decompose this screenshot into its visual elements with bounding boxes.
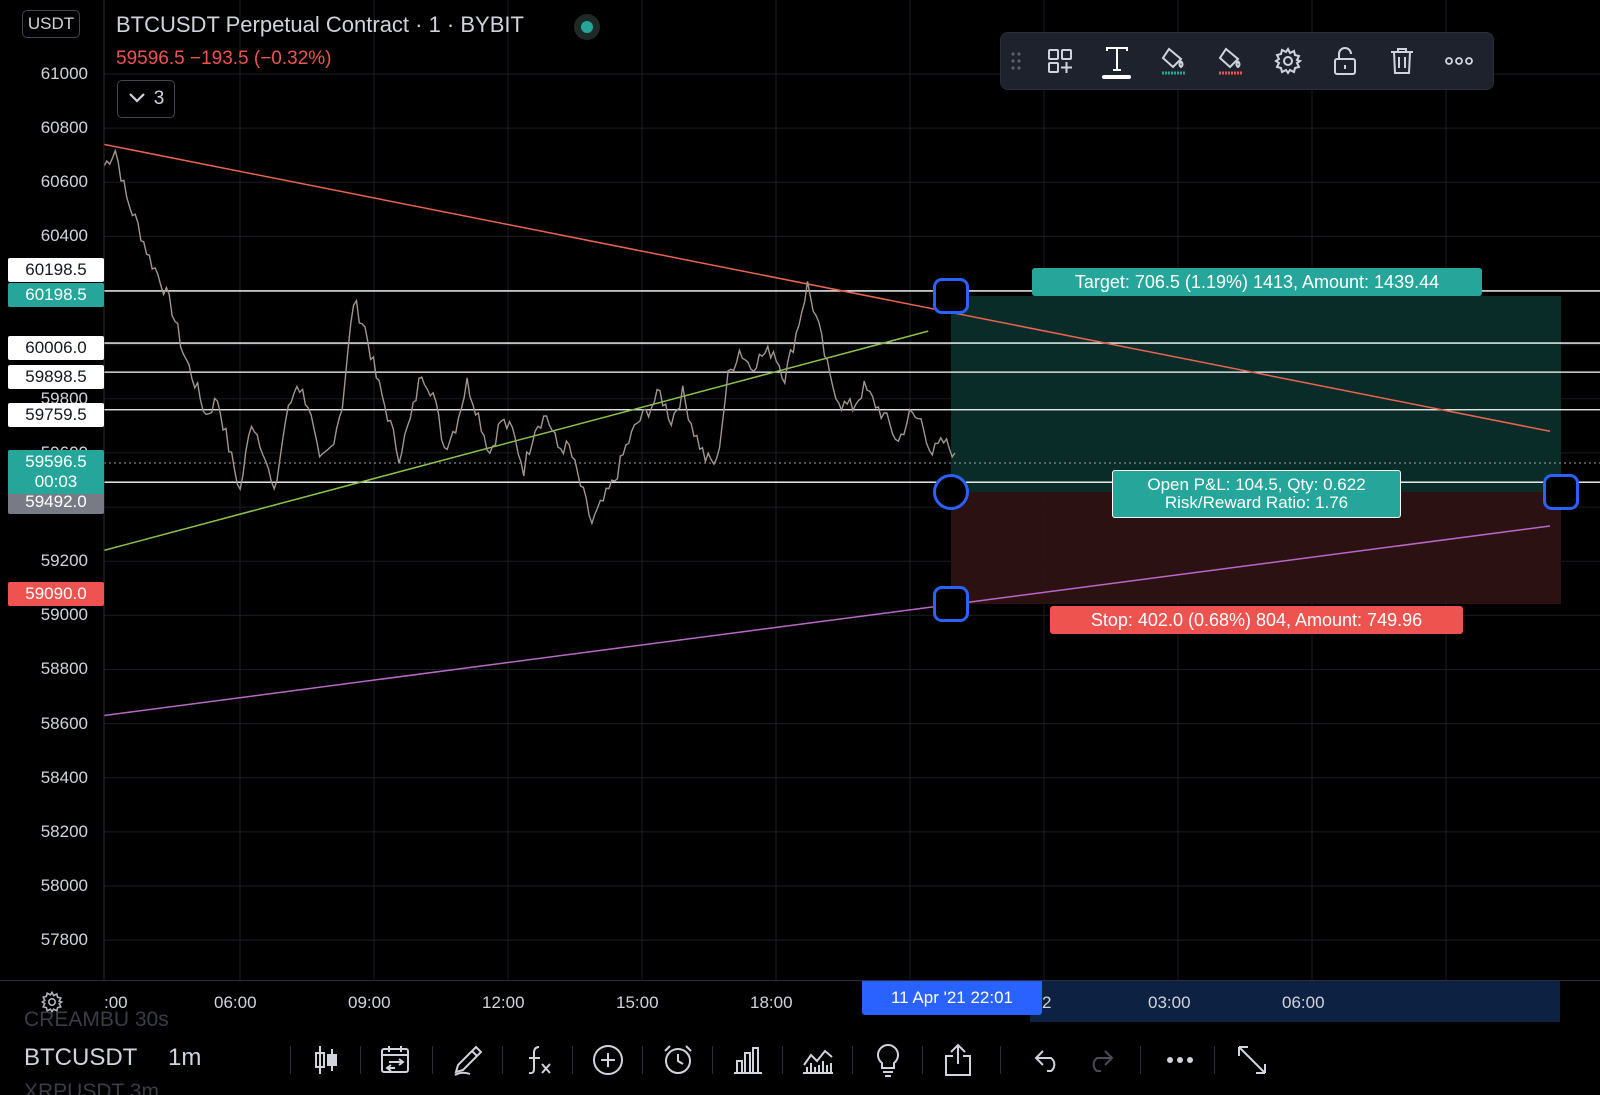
drawing-pen-icon[interactable] bbox=[448, 1040, 488, 1080]
time-label: 03:00 bbox=[1148, 993, 1191, 1012]
indicators-fx-icon[interactable] bbox=[518, 1040, 558, 1080]
market-status-icon bbox=[574, 14, 600, 40]
fill-color-icon bbox=[1218, 47, 1243, 75]
symbol-selector[interactable]: BTCUSDT bbox=[24, 1044, 137, 1072]
line-color-icon bbox=[1161, 47, 1186, 75]
price-tick-label: 59000 bbox=[40, 605, 88, 625]
price-level-label: 60006.0 bbox=[8, 336, 104, 360]
target-handle[interactable] bbox=[933, 278, 969, 314]
price-change: 59596.5 −193.5 (−0.32%) bbox=[116, 48, 332, 69]
current-price-value: 59596.5 bbox=[25, 452, 87, 471]
text-icon bbox=[1105, 47, 1128, 71]
line-color-button[interactable] bbox=[1145, 33, 1202, 89]
redo-icon[interactable] bbox=[1080, 1040, 1120, 1080]
price-level-label: 59090.0 bbox=[8, 582, 104, 606]
currency-badge[interactable]: USDT bbox=[22, 10, 80, 38]
interval-selector[interactable]: 1m bbox=[168, 1044, 201, 1072]
separator bbox=[290, 1046, 291, 1074]
price-level-label: 59759.5 bbox=[8, 403, 104, 427]
candle-style-icon[interactable] bbox=[306, 1040, 346, 1080]
time-label: 12:00 bbox=[482, 993, 525, 1012]
add-circle-icon[interactable] bbox=[588, 1040, 628, 1080]
alarm-clock-icon[interactable] bbox=[658, 1040, 698, 1080]
price-level-label: 60198.5 bbox=[8, 283, 104, 307]
pnl-qty: Open P&L: 104.5, Qty: 0.622 bbox=[1147, 475, 1366, 494]
bar-countdown: 00:03 bbox=[34, 472, 78, 491]
price-tick-label: 61000 bbox=[40, 64, 88, 83]
target-label[interactable]: Target: 706.5 (1.19%) 1413, Amount: 1439… bbox=[1032, 268, 1482, 296]
bar-chart-icon[interactable] bbox=[728, 1040, 768, 1080]
current-price-label: 59596.5 00:03 bbox=[8, 450, 104, 494]
watchlist-ghost-below[interactable]: XRPUSDT 3m bbox=[24, 1080, 159, 1095]
chart-canvas[interactable] bbox=[0, 0, 1600, 1095]
drag-grip-icon[interactable] bbox=[1001, 33, 1031, 89]
add-to-favorites-button[interactable] bbox=[1031, 33, 1088, 89]
time-label: 15:00 bbox=[616, 993, 659, 1012]
time-label: 06:00 bbox=[1282, 993, 1325, 1012]
price-tick-label: 58200 bbox=[40, 821, 88, 841]
price-tick-label: 59200 bbox=[40, 551, 88, 571]
separator bbox=[502, 1046, 503, 1074]
undo-icon[interactable] bbox=[1028, 1040, 1068, 1080]
time-cursor-label: 11 Apr '21 22:01 bbox=[862, 981, 1042, 1015]
price-tick-label: 58800 bbox=[40, 659, 88, 679]
stop-label[interactable]: Stop: 402.0 (0.68%) 804, Amount: 749.96 bbox=[1050, 606, 1463, 634]
separator bbox=[1000, 1046, 1001, 1074]
drawing-toolbar bbox=[1000, 32, 1494, 90]
price-tick-label: 60800 bbox=[40, 118, 88, 138]
separator bbox=[1140, 1046, 1141, 1074]
price-tick-label: 60600 bbox=[40, 172, 88, 192]
indicators-toggle[interactable]: 3 bbox=[117, 80, 175, 118]
more-icon bbox=[1444, 57, 1473, 65]
unlock-icon bbox=[1333, 47, 1356, 75]
watchlist-ghost-above[interactable]: CREAMBU 30s bbox=[24, 1008, 169, 1032]
price-tick-label: 58600 bbox=[40, 713, 88, 733]
time-label: 2 bbox=[1042, 993, 1052, 1012]
separator bbox=[432, 1046, 433, 1074]
delete-button[interactable] bbox=[1373, 33, 1430, 89]
time-label: 06:00 bbox=[214, 993, 257, 1012]
time-label: 18:00 bbox=[750, 993, 793, 1012]
separator bbox=[922, 1046, 923, 1074]
time-label: 09:00 bbox=[348, 993, 391, 1012]
price-tick-label: 60400 bbox=[40, 226, 88, 246]
separator bbox=[1214, 1046, 1215, 1074]
separator bbox=[360, 1046, 361, 1074]
separator bbox=[852, 1046, 853, 1074]
price-level-label: 59898.5 bbox=[8, 365, 104, 389]
chevron-down-icon bbox=[128, 88, 146, 110]
idea-lightbulb-icon[interactable] bbox=[868, 1040, 908, 1080]
entry-handle[interactable] bbox=[933, 474, 969, 510]
pnl-label[interactable]: Open P&L: 104.5, Qty: 0.622 Risk/Reward … bbox=[1112, 470, 1401, 518]
price-tick-label: 57800 bbox=[40, 930, 88, 950]
indicator-count: 3 bbox=[153, 88, 165, 109]
compare-calendar-icon[interactable] bbox=[376, 1040, 416, 1080]
bottom-toolbar: CREAMBU 30s BTCUSDT 1m XRPUSDT 3m bbox=[0, 1008, 1600, 1095]
price-tick-label: 58000 bbox=[40, 876, 88, 895]
line-chart-icon[interactable] bbox=[798, 1040, 838, 1080]
fill-color-button[interactable] bbox=[1202, 33, 1259, 89]
separator bbox=[782, 1046, 783, 1074]
stop-handle[interactable] bbox=[933, 586, 969, 622]
separator bbox=[642, 1046, 643, 1074]
price-level-label: 60198.5 bbox=[8, 258, 104, 282]
more-dots-icon[interactable] bbox=[1160, 1040, 1200, 1080]
width-handle[interactable] bbox=[1543, 474, 1579, 510]
symbol-title[interactable]: BTCUSDT Perpetual Contract · 1 · BYBIT bbox=[116, 12, 524, 38]
risk-reward: Risk/Reward Ratio: 1.76 bbox=[1164, 493, 1349, 512]
settings-button[interactable] bbox=[1259, 33, 1316, 89]
share-icon[interactable] bbox=[938, 1040, 978, 1080]
lock-button[interactable] bbox=[1316, 33, 1373, 89]
time-axis[interactable]: :00 06:00 09:00 12:00 15:00 18:00 2 03:0… bbox=[0, 980, 1600, 1023]
add-to-favorites-icon bbox=[1047, 49, 1072, 73]
price-tick-label: 58400 bbox=[40, 767, 88, 787]
separator bbox=[572, 1046, 573, 1074]
fullscreen-icon[interactable] bbox=[1232, 1040, 1272, 1080]
trash-icon bbox=[1390, 48, 1413, 74]
text-tool-button[interactable] bbox=[1088, 33, 1145, 89]
more-button[interactable] bbox=[1430, 33, 1487, 89]
separator bbox=[712, 1046, 713, 1074]
settings-gear-icon bbox=[1273, 47, 1302, 75]
price-series-line bbox=[103, 148, 956, 526]
